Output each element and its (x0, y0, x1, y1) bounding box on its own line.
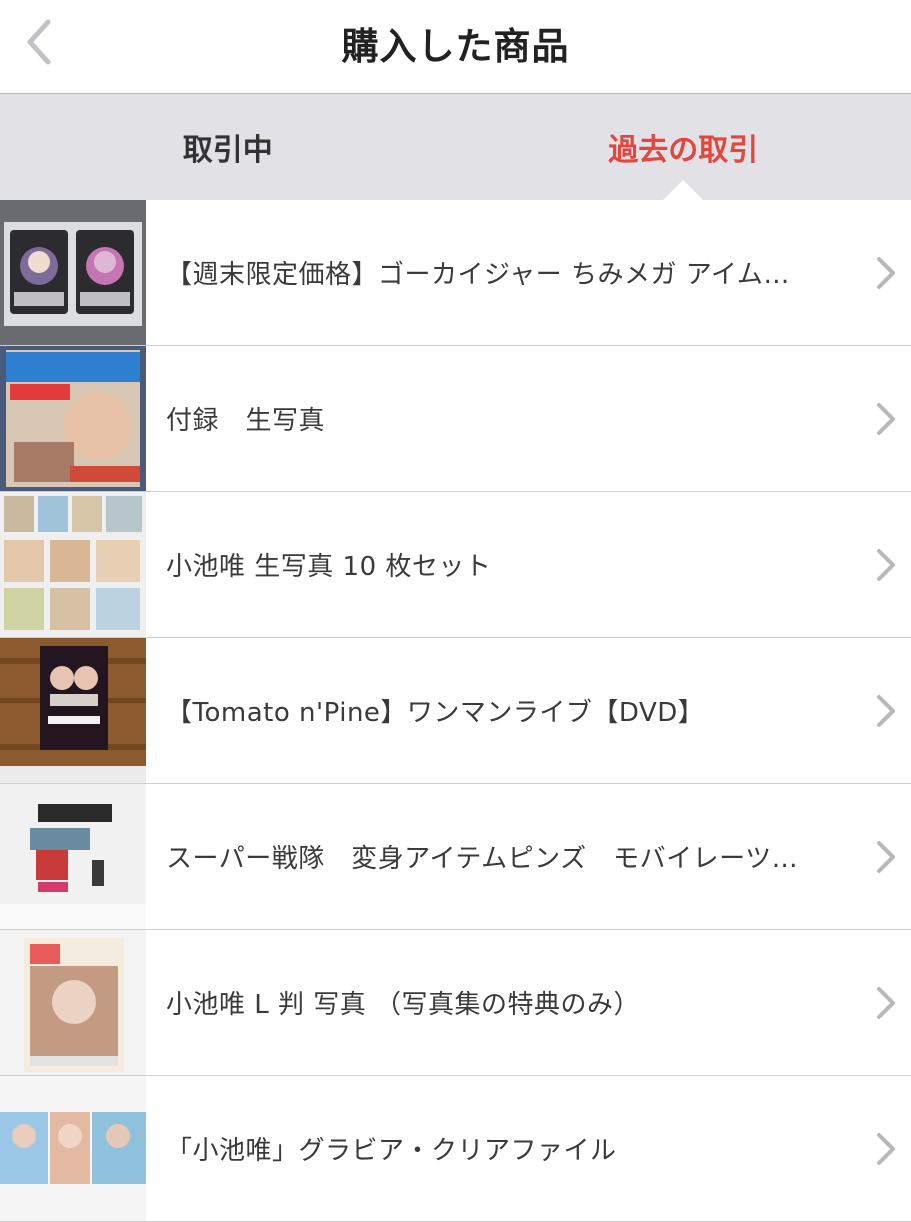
item-title: 【週末限定価格】ゴーカイジャー ちみメガ アイム… (166, 254, 843, 291)
item-title: 小池唯 L 判 写真 （写真集の特典のみ） (166, 984, 843, 1021)
list-item[interactable]: 小池唯 L 判 写真 （写真集の特典のみ） (0, 930, 911, 1076)
item-thumbnail (0, 638, 146, 783)
list-item[interactable]: スーパー戦隊 変身アイテムピンズ モバイレーツ… (0, 784, 911, 930)
item-thumbnail (0, 492, 146, 637)
item-thumbnail (0, 346, 146, 491)
list-item[interactable]: 付録 生写真 (0, 346, 911, 492)
nav-bar: 購入した商品 (0, 0, 911, 94)
chevron-right-icon (875, 839, 897, 875)
chevron-right-icon (875, 401, 897, 437)
item-title: 【Tomato n'Pine】ワンマンライブ【DVD】 (166, 692, 843, 729)
chevron-right-icon (875, 547, 897, 583)
list-item[interactable]: 【Tomato n'Pine】ワンマンライブ【DVD】 (0, 638, 911, 784)
item-title: 小池唯 生写真 10 枚セット (166, 546, 843, 583)
item-title: 「小池唯」グラビア・クリアファイル (166, 1130, 843, 1167)
item-thumbnail (0, 1076, 146, 1221)
purchased-items-list: 【週末限定価格】ゴーカイジャー ちみメガ アイム… 付録 生写真 (0, 200, 911, 1222)
chevron-right-icon (875, 255, 897, 291)
item-title: 付録 生写真 (166, 400, 843, 437)
tab-bar: 取引中 過去の取引 (0, 94, 911, 200)
chevron-right-icon (875, 1131, 897, 1167)
active-tab-indicator (663, 180, 703, 200)
item-thumbnail (0, 784, 146, 929)
list-item[interactable]: 「小池唯」グラビア・クリアファイル (0, 1076, 911, 1222)
page-title: 購入した商品 (0, 0, 911, 86)
list-item[interactable]: 【週末限定価格】ゴーカイジャー ちみメガ アイム… (0, 200, 911, 346)
tab-in-progress[interactable]: 取引中 (0, 94, 456, 200)
chevron-right-icon (875, 693, 897, 729)
item-title: スーパー戦隊 変身アイテムピンズ モバイレーツ… (166, 838, 843, 875)
list-item[interactable]: 小池唯 生写真 10 枚セット (0, 492, 911, 638)
chevron-right-icon (875, 985, 897, 1021)
item-thumbnail (0, 930, 146, 1075)
item-thumbnail (0, 200, 146, 345)
